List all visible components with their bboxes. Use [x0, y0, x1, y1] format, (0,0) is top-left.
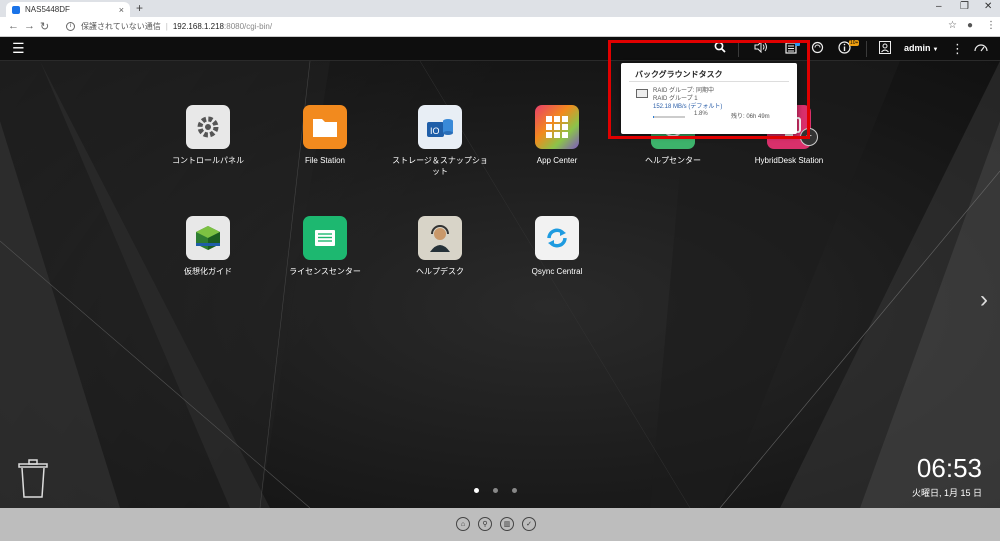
browser-tab-bar: NAS5448DF × + – ❐ ✕: [0, 0, 1000, 17]
app-license-center[interactable]: ライセンスセンター: [275, 216, 375, 277]
svg-text:IO: IO: [430, 126, 440, 136]
next-page-icon[interactable]: ›: [980, 286, 988, 314]
app-storage-snapshots[interactable]: IO ストレージ＆スナップショット: [390, 105, 490, 177]
dock-home-icon[interactable]: ⌂: [456, 517, 470, 531]
dashboard-icon[interactable]: [974, 41, 988, 56]
app-label: File Station: [304, 156, 346, 165]
storage-icon: IO: [418, 105, 462, 149]
page-dot-3[interactable]: [512, 488, 517, 493]
trash-icon[interactable]: [16, 459, 50, 504]
tab-title: NAS5448DF: [25, 5, 70, 14]
reload-icon[interactable]: ↻: [40, 20, 49, 33]
app-label: ストレージ＆スナップショット: [392, 156, 488, 176]
username: admin: [904, 43, 931, 53]
user-icon[interactable]: [879, 41, 891, 57]
maximize-icon[interactable]: ❐: [960, 1, 969, 12]
background-wallpaper: [0, 61, 1000, 508]
dock-check-icon[interactable]: ✓: [522, 517, 536, 531]
app-label: ヘルプセンター: [645, 156, 701, 165]
qts-topbar: ☰ 10+ admin ▼ ⋮: [0, 37, 1000, 61]
page-dot-2[interactable]: [493, 488, 498, 493]
dock-grid-icon[interactable]: ▥: [500, 517, 514, 531]
url-field[interactable]: i 保護されていない通信 | 192.168.1.218 :8080/cgi-b…: [60, 19, 960, 34]
dock: ⌂ ⚲ ▥ ✓: [0, 508, 1000, 541]
url-path: :8080/cgi-bin/: [224, 22, 273, 31]
highlight-box: [608, 40, 810, 139]
clock-date: 火曜日, 1月 15 日: [911, 488, 982, 498]
app-file-station[interactable]: File Station: [275, 105, 375, 166]
tab-close-icon[interactable]: ×: [119, 5, 124, 15]
app-label: Qsync Central: [531, 267, 583, 276]
folder-icon: [303, 105, 347, 149]
url-host: 192.168.1.218: [172, 22, 225, 31]
app-qsync-central[interactable]: Qsync Central: [507, 216, 607, 277]
app-helpdesk[interactable]: ヘルプデスク: [390, 216, 490, 277]
back-icon[interactable]: ←: [8, 20, 19, 32]
minimize-icon[interactable]: –: [936, 1, 942, 12]
browser-tab[interactable]: NAS5448DF ×: [6, 2, 130, 17]
gear-icon: [186, 105, 230, 149]
user-menu[interactable]: admin ▼: [904, 43, 938, 53]
chevron-down-icon: ▼: [932, 47, 939, 53]
window-close-icon[interactable]: ✕: [984, 1, 992, 12]
more-icon[interactable]: ⋮: [951, 41, 964, 57]
virtualization-icon: [186, 216, 230, 260]
address-bar: ← → ↻ i 保護されていない通信 | 192.168.1.218 :8080…: [0, 17, 1000, 37]
forward-icon[interactable]: →: [24, 20, 35, 32]
app-label: ヘルプデスク: [416, 267, 464, 276]
app-label: コントロールパネル: [172, 156, 244, 165]
license-icon: [303, 216, 347, 260]
qsync-icon: [535, 216, 579, 260]
menu-icon[interactable]: ☰: [12, 40, 25, 57]
desktop: コントロールパネル File Station IO ストレージ＆スナップショット…: [0, 61, 1000, 508]
bookmark-star-icon[interactable]: ☆: [948, 20, 957, 31]
profile-icon[interactable]: ●: [967, 20, 973, 31]
page-indicator: [474, 488, 517, 493]
notification-badge: 10+: [849, 40, 860, 46]
clock-time: 06:53: [916, 453, 982, 483]
app-grid-icon: [535, 105, 579, 149]
omnibox-separator: |: [165, 22, 168, 31]
new-tab-button[interactable]: +: [136, 1, 143, 15]
helpdesk-icon: [418, 216, 462, 260]
app-label: ライセンスセンター: [289, 267, 361, 276]
app-label: 仮想化ガイド: [184, 267, 232, 276]
app-virtualization-guide[interactable]: 仮想化ガイド: [158, 216, 258, 277]
dock-search-icon[interactable]: ⚲: [478, 517, 492, 531]
browser-menu-icon[interactable]: ⋮: [986, 20, 996, 31]
sync-icon[interactable]: [811, 41, 824, 57]
page-dot-1[interactable]: [474, 488, 479, 493]
security-label: 保護されていない通信: [81, 22, 161, 31]
app-control-panel[interactable]: コントロールパネル: [158, 105, 258, 166]
topbar-divider: [866, 41, 867, 57]
app-app-center[interactable]: App Center: [507, 105, 607, 166]
app-label: HybridDesk Station: [754, 156, 824, 165]
app-label: App Center: [536, 156, 578, 165]
info-icon[interactable]: i: [66, 22, 75, 31]
qnap-favicon-icon: [12, 5, 20, 14]
